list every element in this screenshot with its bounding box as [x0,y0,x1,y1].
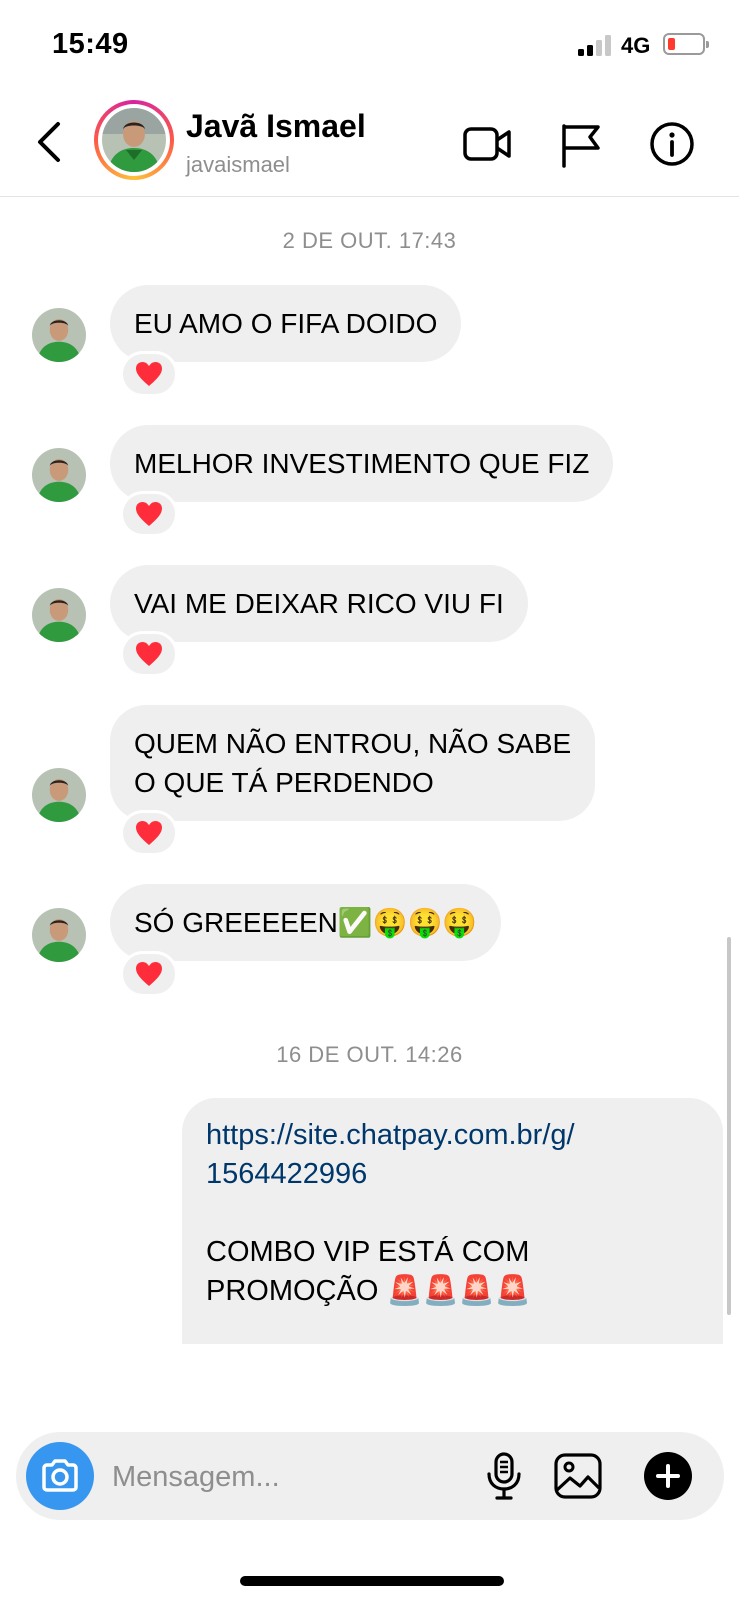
gallery-icon[interactable] [550,1448,606,1504]
heart-icon [136,502,162,526]
message-avatar[interactable] [32,308,86,362]
plus-icon[interactable] [644,1452,692,1500]
video-camera-icon[interactable] [462,118,514,170]
message-bubble[interactable]: EU AMO O FIFA DOIDO [110,285,462,362]
microphone-icon[interactable] [476,1448,532,1504]
message-reaction[interactable] [120,351,178,397]
message-link[interactable]: 1564422996 [206,1155,699,1194]
message-avatar[interactable] [32,908,86,962]
camera-button[interactable] [26,1442,94,1510]
message-text-line: O QUE TÁ PERDENDO [134,767,434,798]
battery-icon [663,33,709,55]
contact-username[interactable]: javaismael [186,152,290,178]
message-reaction[interactable] [120,491,178,537]
heart-icon [136,821,162,845]
timestamp: 2 DE OUT. 17:43 [282,228,457,253]
contact-avatar[interactable] [94,100,174,180]
message-text-line: COMBO VIP ESTÁ COM [206,1236,530,1268]
message-avatar[interactable] [32,448,86,502]
camera-icon [42,1459,78,1492]
message-text: VAI ME DEIXAR RICO VIU FI [134,588,504,619]
message-text-line: QUEM NÃO ENTROU, NÃO SABE [134,728,572,759]
home-indicator [240,1576,504,1586]
message-text: MELHOR INVESTIMENTO QUE FIZ [134,448,590,479]
signal-icon [578,34,614,56]
scrollbar[interactable] [727,937,731,1315]
heart-icon [136,362,162,386]
heart-icon [136,962,162,986]
status-bar: 15:49 4G [0,0,739,90]
heart-icon [136,642,162,666]
info-icon[interactable] [646,118,698,170]
message-text: SÓ GREEEEEN✅🤑🤑🤑 [134,907,478,938]
message-composer [16,1432,724,1520]
message-bubble[interactable]: QUEM NÃO ENTROU, NÃO SABE O QUE TÁ PERDE… [110,705,596,821]
chat-header: Javã Ismael javaismael [0,90,739,197]
message-input[interactable] [110,1454,474,1500]
message-reaction[interactable] [120,951,178,997]
message-reaction[interactable] [120,810,178,856]
message-bubble[interactable]: VAI ME DEIXAR RICO VIU FI [110,565,528,642]
message-bubble[interactable]: SÓ GREEEEEN✅🤑🤑🤑 [110,884,502,961]
message-link[interactable]: https://site.chatpay.com.br/g/ [206,1116,699,1155]
message-avatar[interactable] [32,768,86,822]
message-reaction[interactable] [120,631,178,677]
back-chevron-icon[interactable] [32,118,68,166]
contact-name[interactable]: Javã Ismael [186,108,366,145]
message-avatar[interactable] [32,588,86,642]
network-type: 4G [621,33,651,58]
message-bubble[interactable]: MELHOR INVESTIMENTO QUE FIZ [110,425,614,502]
message-text: EU AMO O FIFA DOIDO [134,308,438,339]
flag-icon[interactable] [556,118,608,170]
status-time: 15:49 [52,28,129,60]
timestamp: 16 DE OUT. 14:26 [276,1042,463,1067]
outgoing-message-bubble[interactable]: https://site.chatpay.com.br/g/ 156442299… [182,1098,723,1344]
message-text-line: PROMOÇÃO 🚨🚨🚨🚨 [206,1275,531,1307]
